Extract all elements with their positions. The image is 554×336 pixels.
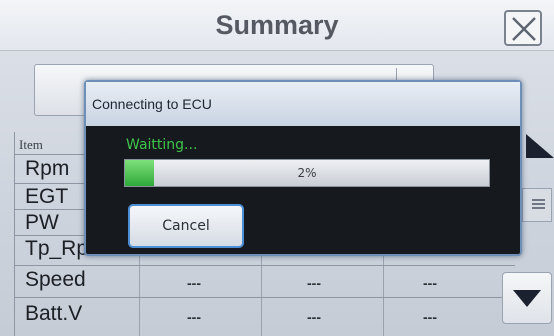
triangle-down-icon [513, 290, 541, 307]
row-label: Rpm [25, 157, 70, 180]
summary-screen: Summary Item Rpm EGT PW Tp_Rpm --- --- [0, 0, 554, 336]
row-label: PW [25, 211, 59, 234]
close-icon [512, 17, 536, 41]
row-value: --- [307, 309, 321, 325]
scroll-thumb[interactable] [522, 188, 552, 222]
row-value: --- [423, 309, 437, 325]
table-row[interactable]: Batt.V --- --- --- [15, 297, 515, 336]
menu-lines-icon [532, 199, 545, 209]
dialog-title: Connecting to ECU [92, 96, 212, 112]
triangle-up-icon [526, 134, 554, 158]
scroll-up-button[interactable] [520, 128, 554, 184]
progress-bar: 2% [124, 159, 490, 187]
dialog-title-bar: Connecting to ECU [86, 82, 520, 126]
connecting-dialog: Connecting to ECU Waitting... 2% Cancel [84, 80, 522, 256]
row-value: --- [187, 309, 201, 325]
title-bar: Summary [0, 0, 554, 51]
close-button[interactable] [504, 10, 542, 46]
progress-percent: 2% [297, 166, 317, 180]
scroll-down-button[interactable] [502, 272, 552, 324]
row-label: Speed [25, 268, 86, 291]
page-title: Summary [215, 10, 339, 40]
column-header-item: Item [19, 137, 43, 152]
row-label: EGT [25, 185, 69, 208]
row-label: Batt.V [25, 302, 83, 325]
row-value: --- [307, 275, 321, 291]
table-row[interactable]: Speed --- --- --- [15, 265, 515, 298]
cancel-label: Cancel [162, 218, 210, 234]
row-value: --- [423, 275, 437, 291]
cancel-button[interactable]: Cancel [128, 204, 244, 248]
status-text: Waitting... [126, 137, 198, 153]
row-value: --- [187, 275, 201, 291]
